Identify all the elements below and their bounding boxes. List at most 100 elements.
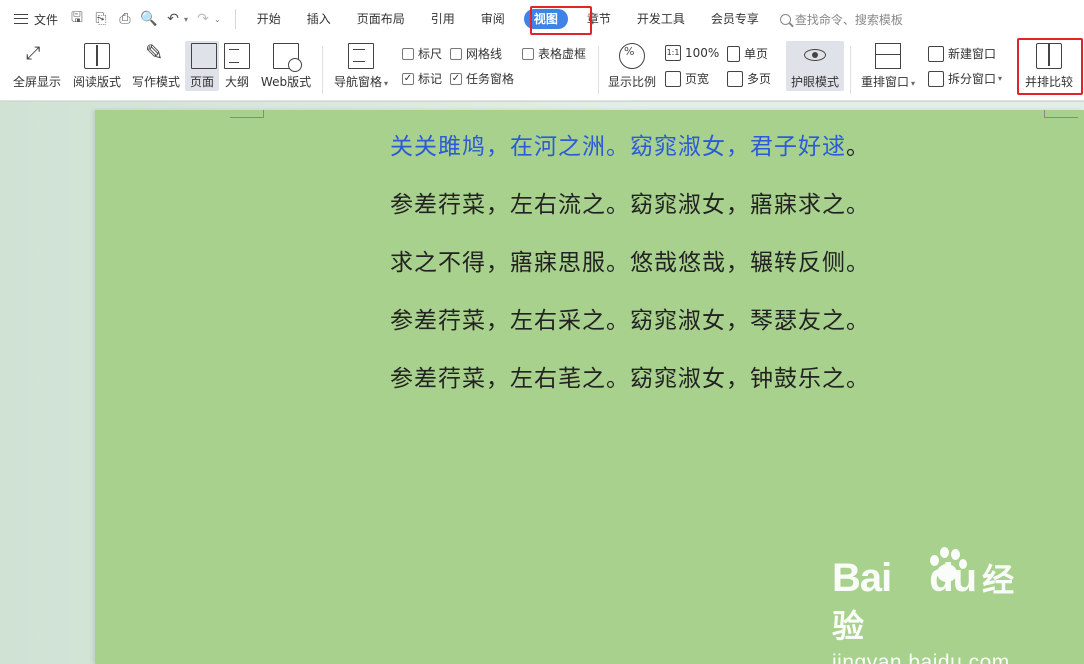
nav-pane-text: 导航窗格 bbox=[333, 75, 382, 89]
text-line: 参差荇菜，左右芼之。窈窕淑女，钟鼓乐之。 bbox=[390, 366, 870, 392]
tab-chapter[interactable]: 章节 bbox=[574, 7, 624, 31]
nav-pane-button[interactable]: 导航窗格 ▾ bbox=[331, 38, 391, 90]
marks-checkbox[interactable]: ✓ 标记 bbox=[402, 70, 442, 87]
print-icon[interactable]: ⎙ bbox=[116, 10, 134, 28]
arrange-windows-text: 重排窗口 bbox=[860, 75, 909, 89]
undo-dropdown-icon[interactable]: ▾ bbox=[184, 15, 188, 24]
split-window-button[interactable]: 拆分窗口 ▾ bbox=[928, 70, 1002, 87]
quick-access-toolbar: 🖫 ⎘ ⎙ 🔍 ↶ ▾ ↷ ⌄ bbox=[68, 10, 227, 28]
reading-layout-label: 阅读版式 bbox=[72, 75, 121, 89]
text-line: 求之不得，寤寐思服。悠哉悠哉，辗转反侧。 bbox=[390, 250, 870, 276]
eye-protection-label: 护眼模式 bbox=[790, 75, 839, 89]
divider bbox=[850, 46, 851, 94]
table-gridlines-label: 表格虚框 bbox=[538, 47, 587, 61]
book-icon bbox=[84, 43, 110, 69]
gridlines-checkbox[interactable]: 网格线 bbox=[450, 45, 502, 62]
pen-icon bbox=[143, 41, 169, 69]
search-icon bbox=[779, 13, 791, 25]
tab-page-layout[interactable]: 页面布局 bbox=[344, 7, 418, 31]
print-preview-icon[interactable]: 🔍 bbox=[140, 10, 158, 28]
zoom-100-button[interactable]: 1:1 100% bbox=[665, 45, 719, 61]
checkbox-checked-icon: ✓ bbox=[450, 72, 462, 85]
single-page-label: 单页 bbox=[744, 47, 769, 61]
gridlines-label: 网格线 bbox=[466, 47, 503, 61]
undo-icon[interactable]: ↶ bbox=[164, 10, 182, 28]
page-width-button[interactable]: 页宽 bbox=[665, 70, 709, 87]
task-pane-checkbox[interactable]: ✓ 任务窗格 bbox=[450, 70, 514, 87]
web-layout-button[interactable]: Web版式 bbox=[258, 38, 314, 90]
tab-view[interactable]: 视图 bbox=[523, 9, 568, 29]
one-to-one-icon: 1:1 bbox=[665, 45, 681, 61]
outline-icon bbox=[224, 43, 250, 69]
ruler-label: 标尺 bbox=[418, 47, 443, 61]
writing-mode-label: 写作模式 bbox=[131, 75, 180, 89]
hamburger-icon bbox=[14, 14, 28, 24]
eye-protection-button[interactable]: 护眼模式 bbox=[786, 41, 844, 91]
fullscreen-button[interactable]: ⤢ 全屏显示 bbox=[12, 38, 62, 90]
paw-logo-icon bbox=[928, 547, 968, 587]
outline-view-button[interactable]: 大纲 bbox=[223, 38, 251, 90]
checkbox-checked-icon: ✓ bbox=[402, 72, 414, 85]
save-icon[interactable]: 🖫 bbox=[68, 10, 86, 28]
command-search[interactable]: 查找命令、搜索模板 bbox=[779, 11, 903, 28]
customize-toolbar-icon[interactable]: ⌄ bbox=[214, 15, 221, 24]
file-menu-button[interactable]: 文件 bbox=[14, 7, 58, 31]
search-placeholder: 查找命令、搜索模板 bbox=[794, 12, 903, 27]
zoom-100-label: 100% bbox=[685, 46, 720, 60]
nav-pane-icon bbox=[348, 43, 374, 69]
new-window-button[interactable]: 新建窗口 bbox=[928, 45, 996, 62]
table-gridlines-checkbox[interactable]: 表格虚框 bbox=[522, 45, 586, 62]
view-ribbon: ⤢ 全屏显示 阅读版式 写作模式 页面 大纲 Web版式 导航窗格▾ 标尺 网格… bbox=[0, 38, 1084, 101]
redo-icon[interactable]: ↷ bbox=[194, 10, 212, 28]
export-pdf-icon[interactable]: ⎘ bbox=[92, 10, 110, 28]
single-page-button[interactable]: 单页 bbox=[727, 45, 768, 62]
reading-layout-button[interactable]: 阅读版式 bbox=[72, 38, 122, 90]
tab-membership[interactable]: 会员专享 bbox=[698, 7, 772, 31]
eye-icon bbox=[802, 43, 828, 69]
web-layout-label: Web版式 bbox=[260, 75, 312, 89]
checkbox-icon bbox=[522, 47, 534, 60]
nav-pane-label: 导航窗格 ▾ bbox=[334, 73, 388, 90]
new-window-label: 新建窗口 bbox=[948, 47, 997, 61]
page-width-icon bbox=[665, 70, 681, 87]
tab-references[interactable]: 引用 bbox=[418, 7, 468, 31]
tab-insert[interactable]: 插入 bbox=[294, 7, 344, 31]
watermark-url: jingyan.baidu.com bbox=[832, 651, 1010, 664]
arrange-windows-button[interactable]: 重排窗口 ▾ bbox=[858, 38, 918, 90]
text-punctuation: 。 bbox=[846, 134, 870, 160]
zoom-button[interactable]: 显示比例 bbox=[606, 38, 658, 90]
fullscreen-label: 全屏显示 bbox=[12, 75, 61, 89]
chevron-down-icon: ▾ bbox=[911, 79, 916, 88]
page-view-button[interactable]: 页面 bbox=[185, 41, 219, 91]
page-width-label: 页宽 bbox=[685, 72, 710, 86]
side-by-side-label: 并排比较 bbox=[1024, 75, 1073, 89]
divider bbox=[322, 46, 323, 94]
writing-mode-button[interactable]: 写作模式 bbox=[131, 38, 181, 90]
text-line: 关关雎鸠，在河之洲。窈窕淑女，君子好逑。 bbox=[390, 130, 870, 188]
tab-review[interactable]: 审阅 bbox=[468, 7, 518, 31]
document-text[interactable]: 关关雎鸠，在河之洲。窈窕淑女，君子好逑。 参差荇菜，左右流之。窈窕淑女，寤寐求之… bbox=[390, 130, 870, 420]
single-page-icon bbox=[727, 45, 740, 62]
web-globe-icon bbox=[273, 43, 302, 72]
marks-label: 标记 bbox=[418, 72, 443, 86]
menu-tab-bar: 文件 🖫 ⎘ ⎙ 🔍 ↶ ▾ ↷ ⌄ 开始 插入 页面布局 引用 审阅 视图 章… bbox=[0, 0, 1084, 38]
fullscreen-icon: ⤢ bbox=[26, 43, 41, 64]
checkbox-icon bbox=[450, 47, 462, 60]
margin-corner-mark bbox=[1044, 110, 1078, 118]
page-icon bbox=[190, 43, 217, 69]
margin-corner-mark bbox=[230, 110, 264, 118]
ruler-checkbox[interactable]: 标尺 bbox=[402, 45, 442, 62]
multi-page-button[interactable]: 多页 bbox=[727, 70, 771, 87]
arrange-windows-icon bbox=[875, 43, 901, 69]
checkbox-icon bbox=[402, 47, 414, 60]
divider bbox=[234, 9, 236, 29]
zoom-label: 显示比例 bbox=[607, 75, 656, 89]
multi-page-icon bbox=[727, 70, 743, 87]
outline-view-label: 大纲 bbox=[224, 75, 249, 89]
new-window-icon bbox=[928, 45, 944, 62]
side-by-side-button[interactable]: 并排比较 bbox=[1020, 38, 1078, 90]
tab-developer[interactable]: 开发工具 bbox=[624, 7, 698, 31]
tab-start[interactable]: 开始 bbox=[244, 7, 294, 31]
page-view-label: 页面 bbox=[189, 75, 214, 89]
file-menu-label: 文件 bbox=[34, 12, 59, 27]
